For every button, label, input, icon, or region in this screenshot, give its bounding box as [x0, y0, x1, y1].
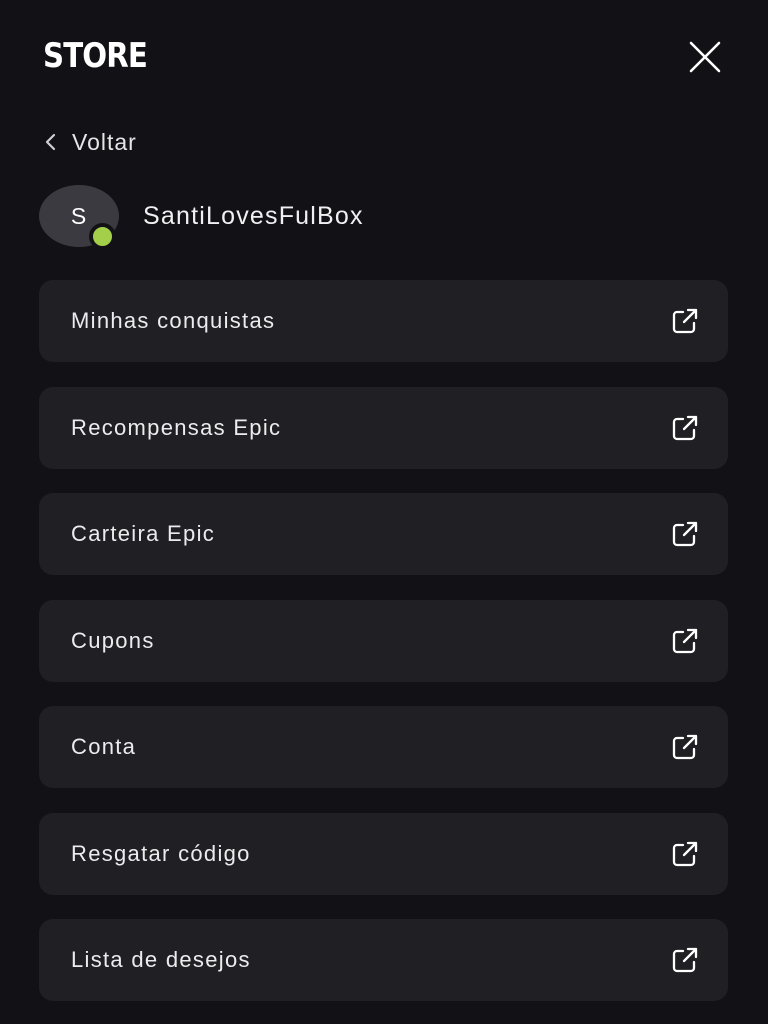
- online-status-indicator: [89, 223, 116, 250]
- menu-item-redeem-code[interactable]: Resgatar código: [39, 812, 728, 895]
- external-link-icon: [672, 521, 698, 547]
- menu-item-label: Carteira Epic: [71, 521, 216, 546]
- external-link-icon: [672, 841, 698, 866]
- external-link-icon: [672, 628, 698, 653]
- external-link-icon: [672, 308, 698, 334]
- close-icon: [689, 41, 721, 73]
- header: STORE: [0, 0, 768, 110]
- menu-item-achievements[interactable]: Minhas conquistas: [39, 280, 728, 362]
- username: SantiLovesFulBox: [143, 201, 364, 230]
- menu-item-label: Resgatar código: [71, 840, 251, 866]
- avatar-initial: S: [70, 202, 88, 229]
- menu-item-coupons[interactable]: Cupons: [39, 599, 728, 682]
- avatar[interactable]: S: [39, 185, 119, 250]
- external-link-icon: [672, 947, 698, 973]
- external-link-icon: [672, 415, 698, 440]
- close-button[interactable]: [686, 38, 724, 76]
- store-logo: STORE: [43, 36, 148, 76]
- menu-item-label: Minhas conquistas: [71, 308, 276, 333]
- back-button[interactable]: Voltar: [42, 124, 137, 160]
- menu-item-epic-rewards[interactable]: Recompensas Epic: [39, 386, 728, 469]
- menu-item-label: Recompensas Epic: [71, 414, 282, 440]
- menu-item-epic-wallet[interactable]: Carteira Epic: [39, 493, 728, 575]
- back-label: Voltar: [72, 128, 137, 155]
- external-link-icon: [672, 734, 698, 760]
- menu-item-wishlist[interactable]: Lista de desejos: [39, 919, 728, 1001]
- menu-item-label: Lista de desejos: [71, 947, 251, 972]
- menu-item-label: Conta: [71, 734, 137, 759]
- menu-item-label: Cupons: [71, 627, 155, 653]
- account-menu: Minhas conquistas Recompensas Epic Carte…: [39, 280, 728, 1024]
- menu-item-account[interactable]: Conta: [39, 706, 728, 788]
- chevron-left-icon: [45, 133, 56, 151]
- user-profile: S SantiLovesFulBox: [39, 185, 364, 250]
